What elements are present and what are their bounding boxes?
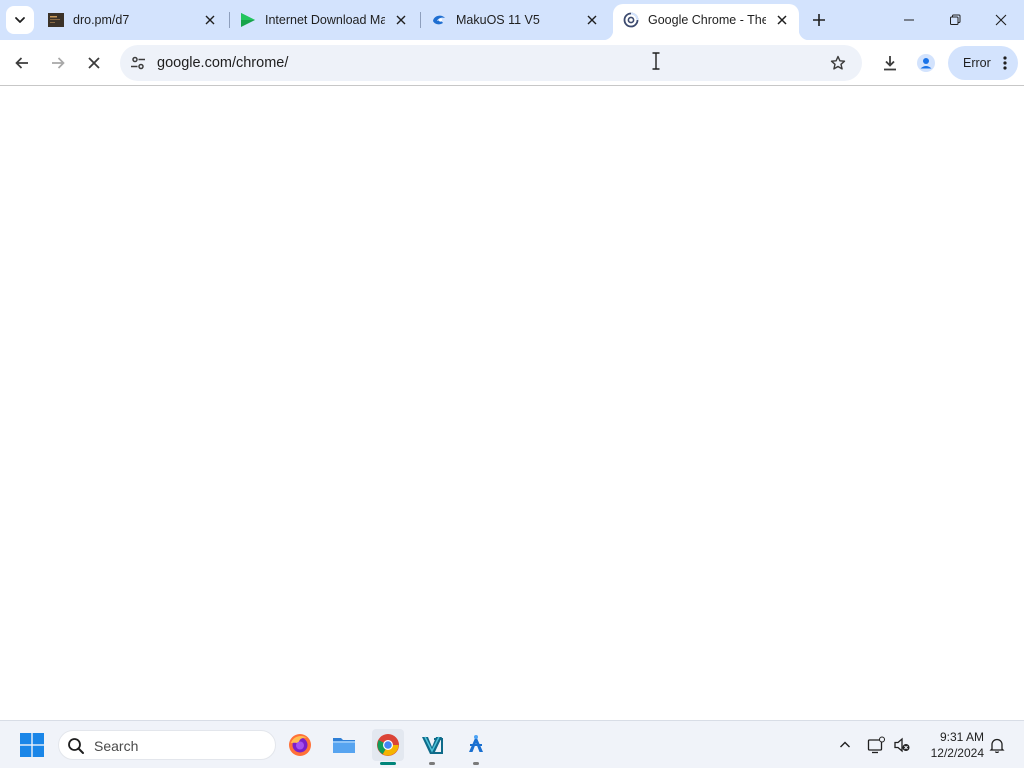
close-icon[interactable] bbox=[393, 12, 409, 28]
folder-icon bbox=[333, 738, 355, 753]
arrow-right-icon bbox=[52, 57, 65, 69]
accessibility-app-icon bbox=[469, 735, 483, 752]
network-icon bbox=[867, 736, 885, 754]
taskbar-app-google-chrome[interactable] bbox=[372, 729, 404, 765]
tab-title: MakuOS 11 V5 bbox=[456, 13, 540, 27]
avatar-icon bbox=[917, 54, 935, 72]
tab-makuos[interactable]: MakuOS 11 V5 bbox=[421, 0, 611, 40]
back-button[interactable] bbox=[6, 47, 38, 79]
error-label: Error bbox=[963, 56, 991, 70]
network-status-button[interactable] bbox=[864, 733, 888, 757]
minimize-icon bbox=[904, 19, 914, 21]
chevron-up-icon bbox=[840, 741, 850, 748]
tab-title: Google Chrome - The bbox=[648, 13, 766, 27]
close-window-button[interactable] bbox=[978, 0, 1024, 40]
blue-swirl-icon bbox=[431, 12, 447, 28]
stop-loading-button[interactable] bbox=[78, 47, 110, 79]
show-hidden-icons-button[interactable] bbox=[833, 733, 857, 757]
downloads-button[interactable] bbox=[874, 47, 906, 79]
chrome-loading-icon bbox=[623, 12, 639, 28]
close-icon[interactable] bbox=[584, 12, 600, 28]
search-label: Search bbox=[94, 738, 139, 754]
url-text[interactable]: google.com/chrome/ bbox=[157, 55, 288, 71]
system-clock[interactable]: 9:31 AM 12/2/2024 bbox=[918, 729, 984, 761]
bookmark-star-button[interactable] bbox=[826, 51, 850, 75]
tab-internet-download-manager[interactable]: Internet Download Ma bbox=[230, 0, 420, 40]
text-cursor-icon bbox=[652, 52, 660, 70]
running-indicator bbox=[429, 762, 435, 765]
tab-search-button[interactable] bbox=[6, 6, 34, 34]
minimize-button[interactable] bbox=[886, 0, 932, 40]
taskbar-app-visual-studio[interactable] bbox=[416, 729, 448, 765]
firefox-icon bbox=[289, 734, 311, 756]
taskbar-app-accessibility[interactable] bbox=[460, 729, 492, 765]
taskbar-app-file-explorer[interactable] bbox=[328, 729, 360, 761]
volume-button[interactable] bbox=[890, 733, 914, 757]
plus-icon bbox=[813, 14, 825, 26]
address-bar[interactable]: google.com/chrome/ bbox=[120, 45, 862, 81]
tab-strip: dro.pm/d7 Internet Download Ma MakuOS 11… bbox=[0, 0, 1024, 40]
restore-icon bbox=[950, 14, 961, 25]
toolbar: google.com/chrome/ Error bbox=[0, 40, 1024, 86]
page-content[interactable] bbox=[0, 87, 1024, 720]
chrome-icon bbox=[377, 734, 399, 756]
vs-app-icon bbox=[422, 736, 443, 754]
running-indicator bbox=[473, 762, 479, 765]
notifications-button[interactable] bbox=[985, 733, 1009, 757]
active-indicator bbox=[380, 762, 396, 765]
taskbar-search[interactable]: Search bbox=[58, 730, 276, 760]
close-icon bbox=[995, 14, 1007, 26]
more-vert-icon[interactable] bbox=[996, 54, 1014, 72]
arrow-left-icon bbox=[15, 57, 28, 69]
tab-title: dro.pm/d7 bbox=[73, 13, 130, 27]
dark-thumbnail-icon bbox=[48, 12, 64, 28]
star-icon bbox=[830, 55, 846, 70]
close-icon[interactable] bbox=[202, 12, 218, 28]
taskbar: Search 9:31 AM 12/2/2024 bbox=[0, 720, 1024, 768]
new-tab-button[interactable] bbox=[805, 6, 833, 34]
tab-title: Internet Download Ma bbox=[265, 13, 385, 27]
restore-button[interactable] bbox=[932, 0, 978, 40]
profile-button[interactable] bbox=[910, 47, 942, 79]
tab-google-chrome[interactable]: Google Chrome - The bbox=[603, 4, 809, 40]
download-icon bbox=[884, 56, 896, 71]
close-icon[interactable] bbox=[774, 12, 790, 28]
forward-button[interactable] bbox=[42, 47, 74, 79]
bell-icon bbox=[989, 738, 1005, 753]
stop-icon bbox=[88, 57, 100, 69]
taskbar-app-firefox[interactable] bbox=[284, 729, 316, 761]
chrome-window: dro.pm/d7 Internet Download Ma MakuOS 11… bbox=[0, 0, 1024, 720]
clock-time: 9:31 AM bbox=[939, 730, 984, 744]
windows-logo-icon bbox=[20, 733, 44, 757]
search-icon bbox=[68, 738, 84, 754]
chevron-down-icon bbox=[15, 17, 25, 23]
green-play-icon bbox=[240, 12, 256, 28]
tab-dro-pm[interactable]: dro.pm/d7 bbox=[38, 0, 228, 40]
tune-icon bbox=[131, 56, 145, 70]
start-button[interactable] bbox=[20, 733, 44, 757]
site-info-button[interactable] bbox=[126, 51, 150, 75]
speaker-muted-icon bbox=[894, 737, 910, 753]
clock-date: 12/2/2024 bbox=[930, 746, 984, 760]
profile-error-chip[interactable]: Error bbox=[948, 46, 1018, 80]
